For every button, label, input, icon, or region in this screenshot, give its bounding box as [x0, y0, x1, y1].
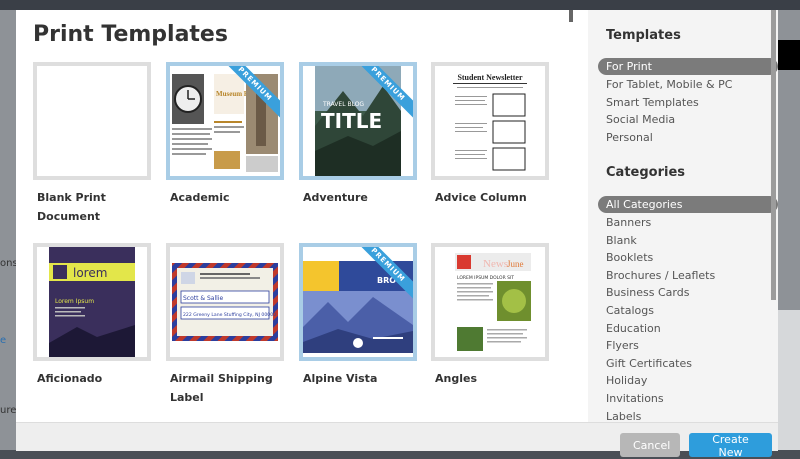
template-card-adventure[interactable]: TRAVEL BLOG TITLE PREMIUM Adventure [299, 62, 417, 207]
adventure-kicker: TRAVEL BLOG [322, 101, 364, 108]
template-thumbnail[interactable]: Scott & Sallie 222 Greeny Lane Stuffing … [166, 243, 284, 361]
backdrop-right [778, 10, 800, 450]
backdrop-left: ons e ures [0, 10, 22, 450]
advice-preview: Student Newsletter [435, 66, 545, 176]
template-label: Blank Print Document [37, 191, 106, 223]
template-thumbnail[interactable]: BRO PREMIUM [299, 243, 417, 361]
adventure-title: TITLE [321, 109, 382, 133]
angles-heading: News [483, 258, 508, 270]
template-card-alpine-vista[interactable]: BRO PREMIUM Alpine Vista [299, 243, 417, 388]
category-item-business-cards[interactable]: Business Cards [598, 284, 778, 301]
template-thumbnail[interactable]: News June LOREM IPSUM DOLOR SIT [431, 243, 549, 361]
category-item-education[interactable]: Education [598, 320, 778, 337]
template-card-airmail[interactable]: Scott & Sallie 222 Greeny Lane Stuffing … [166, 243, 284, 407]
category-item-labels[interactable]: Labels [598, 408, 778, 422]
categories-heading: Categories [606, 165, 686, 180]
category-item-banners[interactable]: Banners [598, 214, 778, 231]
adventure-preview: TRAVEL BLOG TITLE [303, 66, 413, 176]
sidebar-item-personal[interactable]: Personal [598, 129, 778, 146]
template-card-angles[interactable]: News June LOREM IPSUM DOLOR SIT Angles [431, 243, 549, 388]
template-card-blank[interactable]: Blank Print Document [33, 62, 151, 226]
advice-heading: Student Newsletter [457, 73, 523, 82]
academic-preview: Museum History [170, 66, 280, 176]
templates-heading: Templates [606, 28, 681, 43]
template-label: Adventure [303, 191, 368, 204]
template-thumbnail[interactable]: Student Newsletter [431, 62, 549, 180]
create-new-button[interactable]: Create New [689, 433, 772, 459]
category-item-holiday[interactable]: Holiday [598, 372, 778, 389]
sidebar-item-smart-templates[interactable]: Smart Templates [598, 94, 778, 111]
template-card-aficionado[interactable]: lorem Lorem Ipsum Aficionado [33, 243, 151, 388]
alpine-preview: BRO [303, 247, 413, 357]
angles-accent: June [507, 259, 524, 269]
template-label: Aficionado [37, 372, 103, 385]
sidebar-scrollbar[interactable] [771, 10, 776, 300]
airmail-address: 222 Greeny Lane Stuffing City, NJ 00000 [183, 312, 276, 318]
category-item-booklets[interactable]: Booklets [598, 249, 778, 266]
template-thumbnail[interactable]: Museum History PREMIUM [166, 62, 284, 180]
template-label: Alpine Vista [303, 372, 378, 385]
category-item-flyers[interactable]: Flyers [598, 337, 778, 354]
template-thumbnail[interactable]: lorem Lorem Ipsum [33, 243, 151, 361]
template-thumbnail[interactable] [33, 62, 151, 180]
aficionado-preview: lorem Lorem Ipsum [37, 247, 147, 357]
airmail-preview: Scott & Sallie 222 Greeny Lane Stuffing … [170, 247, 280, 357]
template-card-academic[interactable]: Museum History PREMIUM Academic [166, 62, 284, 207]
sidebar-item-tablet-mobile-pc[interactable]: For Tablet, Mobile & PC [598, 76, 778, 93]
template-label: Academic [170, 191, 230, 204]
angles-sub: LOREM IPSUM DOLOR SIT [457, 275, 514, 281]
template-thumbnail[interactable]: TRAVEL BLOG TITLE PREMIUM [299, 62, 417, 180]
category-item-invitations[interactable]: Invitations [598, 390, 778, 407]
template-label: Airmail Shipping Label [170, 372, 273, 404]
angles-preview: News June LOREM IPSUM DOLOR SIT [435, 247, 545, 357]
app-top-bar [0, 0, 800, 10]
backdrop-text: e [0, 335, 7, 346]
category-item-all[interactable]: All Categories [598, 196, 778, 213]
backdrop-block [778, 310, 800, 450]
sidebar-item-for-print[interactable]: For Print [598, 58, 778, 75]
grid-scrollbar[interactable] [566, 10, 588, 422]
grid-scrollbar-thumb[interactable] [569, 10, 573, 22]
templates-grid-panel: Print Templates Blank Print Document Mus… [16, 10, 566, 422]
aficionado-sub: Lorem Ipsum [55, 298, 94, 305]
filter-sidebar: Templates For Print For Tablet, Mobile &… [588, 10, 778, 422]
airmail-name: Scott & Sallie [183, 295, 223, 302]
page-title: Print Templates [33, 22, 228, 47]
category-item-gift-certificates[interactable]: Gift Certificates [598, 355, 778, 372]
print-templates-dialog: Print Templates Blank Print Document Mus… [16, 10, 778, 459]
category-item-brochures[interactable]: Brochures / Leaflets [598, 267, 778, 284]
backdrop-block [778, 40, 800, 70]
sidebar-item-social-media[interactable]: Social Media [598, 111, 778, 128]
category-item-catalogs[interactable]: Catalogs [598, 302, 778, 319]
template-label: Advice Column [435, 191, 527, 204]
aficionado-heading: lorem [73, 266, 107, 280]
category-item-blank[interactable]: Blank [598, 232, 778, 249]
template-label: Angles [435, 372, 477, 385]
dialog-footer: Cancel Create New [16, 422, 778, 459]
template-card-advice-column[interactable]: Student Newsletter Advice Column [431, 62, 549, 207]
cancel-button[interactable]: Cancel [620, 433, 680, 457]
